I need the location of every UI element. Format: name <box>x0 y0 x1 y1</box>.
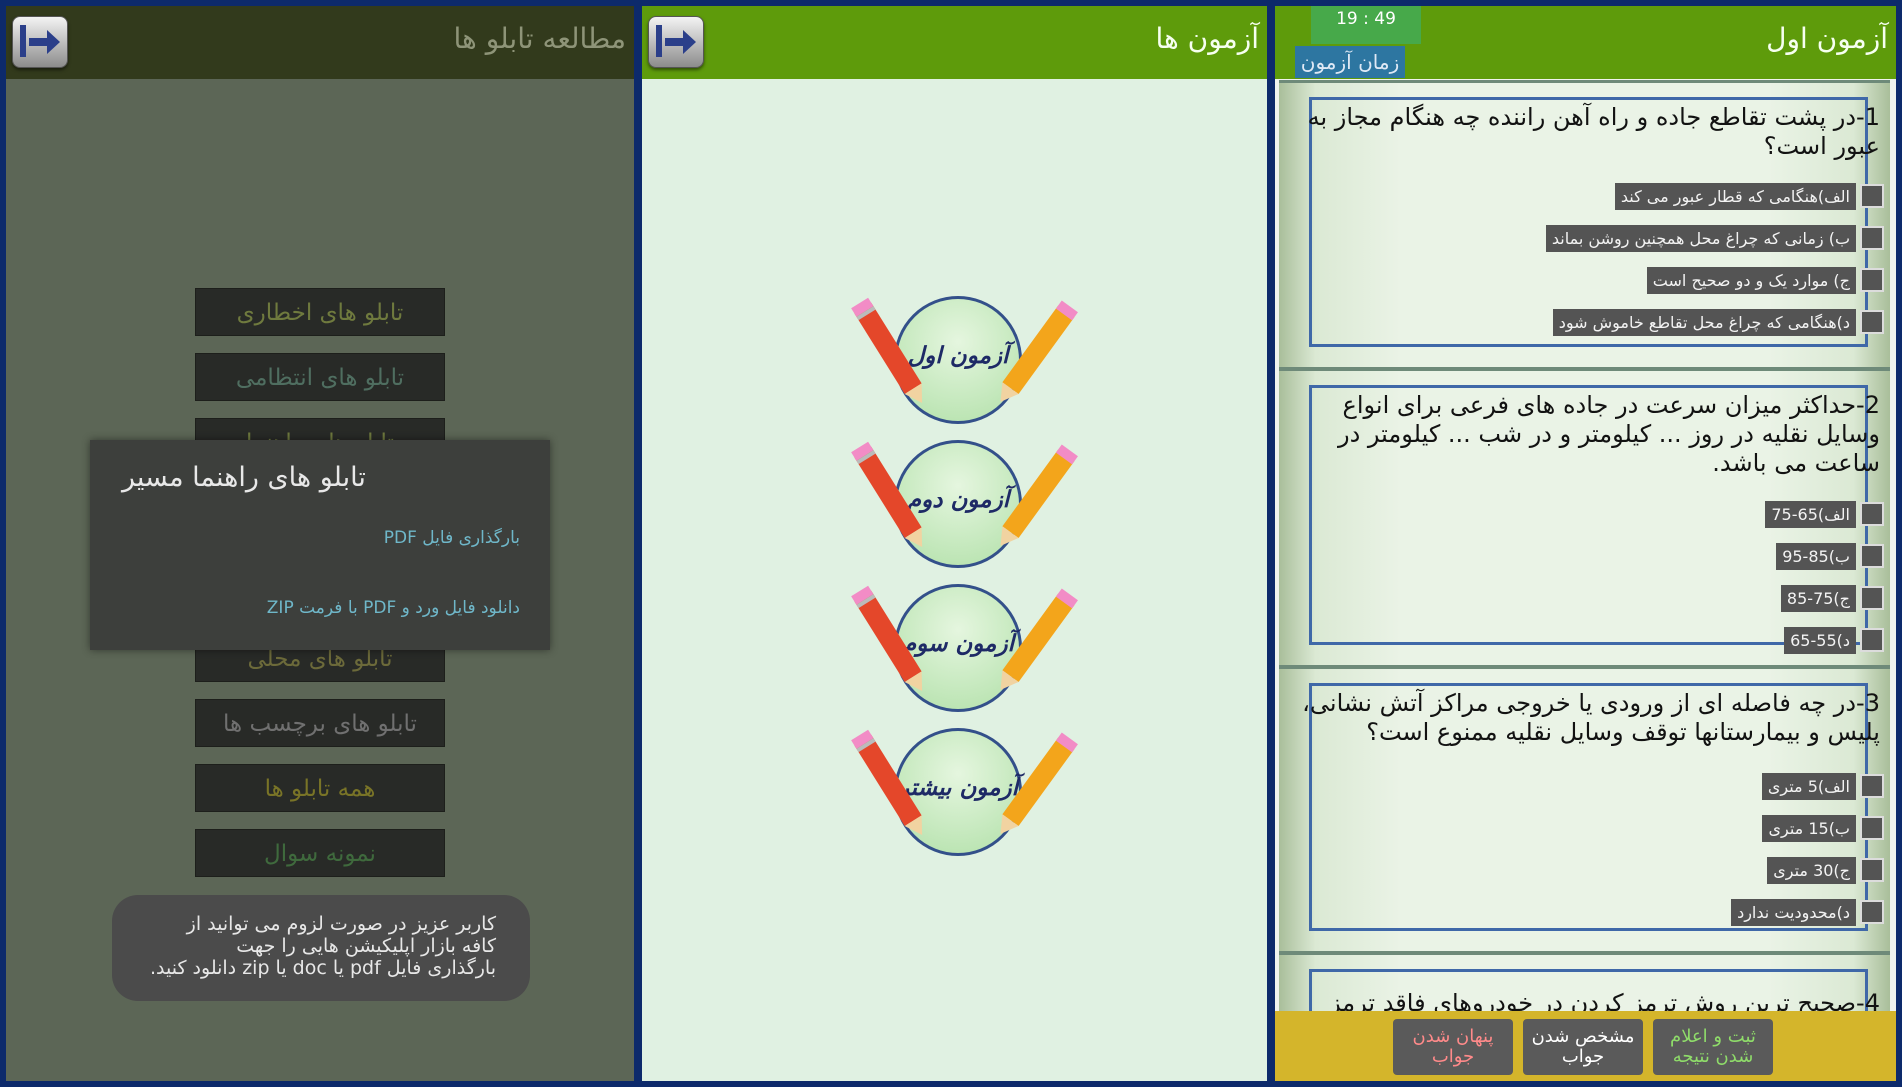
back-button[interactable] <box>648 16 704 68</box>
exam-button-2[interactable]: آزمون دوم <box>844 436 1084 576</box>
option-row[interactable]: د)هنگامی که چراغ محل تقاطع خاموش شود <box>1552 307 1884 337</box>
status-clock: 19 : 49 <box>1311 6 1421 44</box>
pencils-icon <box>851 585 1078 692</box>
question-text: 2-حداکثر میزان سرعت در جاده های فرعی برا… <box>1337 391 1880 477</box>
question-card-3: 3-در چه فاصله ای از ورودی یا خروجی مراکز… <box>1279 666 1890 954</box>
option-label: د)محدودیت ندارد <box>1731 898 1856 926</box>
question-text: 1-در پشت تقاطع جاده و راه آهن راننده چه … <box>1307 103 1880 160</box>
info-toast: کاربر عزیز در صورت لزوم می توانید از کاف… <box>112 895 530 1001</box>
checkbox[interactable] <box>1860 586 1884 610</box>
option-row[interactable]: ب) زمانی که چراغ محل همچنین روشن بماند <box>1545 223 1884 253</box>
checkbox[interactable] <box>1860 502 1884 526</box>
page-title: آزمون ها <box>1155 22 1259 55</box>
menu-all-signs[interactable]: همه تابلو ها <box>195 764 445 812</box>
checkbox[interactable] <box>1860 184 1884 208</box>
option-row[interactable]: الف)5 متری <box>1761 771 1884 801</box>
checkbox[interactable] <box>1860 544 1884 568</box>
menu-sample-questions[interactable]: نمونه سوال <box>195 829 445 877</box>
show-answer-button[interactable]: مشخص شدن جواب <box>1523 1019 1643 1075</box>
dialog-option-pdf[interactable]: بارگذاری فایل PDF <box>384 528 520 548</box>
option-label: د)55-65 <box>1784 626 1856 654</box>
pencils-icon <box>851 297 1078 404</box>
checkbox[interactable] <box>1860 774 1884 798</box>
option-label: ج)30 متری <box>1767 856 1856 884</box>
pencils-icon <box>851 441 1078 548</box>
question-card-2: 2-حداکثر میزان سرعت در جاده های فرعی برا… <box>1279 368 1890 668</box>
back-arrow-icon <box>656 25 696 57</box>
menu-warning-signs[interactable]: تابلو های اخطاری <box>195 288 445 336</box>
checkbox[interactable] <box>1860 816 1884 840</box>
back-arrow-icon <box>20 25 60 57</box>
download-dialog: تابلو های راهنما مسیر بارگذاری فایل PDF … <box>90 440 550 650</box>
page-title: مطالعه تابلو ها <box>453 22 627 55</box>
pencils-icon <box>851 729 1078 836</box>
option-label: د)هنگامی که چراغ محل تقاطع خاموش شود <box>1552 308 1856 336</box>
dialog-option-zip[interactable]: دانلود فایل ورد و PDF با فرمت ZIP <box>267 598 520 618</box>
dialog-title: تابلو های راهنما مسیر <box>122 462 366 493</box>
option-row[interactable]: د)محدودیت ندارد <box>1731 897 1884 927</box>
option-label: ج)75-85 <box>1780 584 1856 612</box>
option-row[interactable]: الف)هنگامی که قطار عبور می کند <box>1614 181 1884 211</box>
question-card-1: 1-در پشت تقاطع جاده و راه آهن راننده چه … <box>1279 80 1890 370</box>
toast-line: کافه بازار اپلیکیشن هایی را جهت <box>236 935 496 957</box>
option-row[interactable]: ب)15 متری <box>1762 813 1884 843</box>
submit-result-button[interactable]: ثبت و اعلام شدن نتیجه <box>1653 1019 1773 1075</box>
exams-panel: آزمون ها آزمون اول آزمون دوم آزمون سوم آ… <box>642 6 1267 1081</box>
option-label: ب)15 متری <box>1762 814 1856 842</box>
option-label: ب) زمانی که چراغ محل همچنین روشن بماند <box>1545 224 1856 252</box>
option-label: الف)5 متری <box>1761 772 1856 800</box>
option-label: الف)65-75 <box>1765 500 1856 528</box>
option-row[interactable]: الف)65-75 <box>1765 499 1884 529</box>
menu-label-signs[interactable]: تابلو های برچسب ها <box>195 699 445 747</box>
option-row[interactable]: د)55-65 <box>1784 625 1884 655</box>
exam-button-3[interactable]: آزمون سوم <box>844 580 1084 720</box>
checkbox[interactable] <box>1860 628 1884 652</box>
option-row[interactable]: ج)30 متری <box>1767 855 1884 885</box>
exam-timer-label: زمان آزمون <box>1295 46 1405 78</box>
checkbox[interactable] <box>1860 858 1884 882</box>
option-label: ب)85-95 <box>1776 542 1856 570</box>
option-row[interactable]: ج) موارد یک و دو صحیح است <box>1646 265 1884 295</box>
option-row[interactable]: ج)75-85 <box>1780 583 1884 613</box>
toast-line: بارگذاری فایل pdf یا doc یا zip دانلود ک… <box>149 957 496 979</box>
checkbox[interactable] <box>1860 268 1884 292</box>
checkbox[interactable] <box>1860 900 1884 924</box>
question-text: 3-در چه فاصله ای از ورودی یا خروجی مراکز… <box>1302 689 1880 746</box>
checkbox[interactable] <box>1860 310 1884 334</box>
menu-regulatory-signs[interactable]: تابلو های انتظامی <box>195 353 445 401</box>
option-label: الف)هنگامی که قطار عبور می کند <box>1614 182 1856 210</box>
toast-line: کاربر عزیز در صورت لزوم می توانید از <box>186 913 496 935</box>
page-title: آزمون اول <box>1766 22 1888 55</box>
quiz-panel: 19 : 49 زمان آزمون آزمون اول 1-در پشت تق… <box>1275 6 1896 1081</box>
quiz-action-bar: ثبت و اعلام شدن نتیجه مشخص شدن جواب پنها… <box>1275 1011 1896 1081</box>
study-signs-topbar: مطالعه تابلو ها <box>6 6 634 79</box>
option-row[interactable]: ب)85-95 <box>1776 541 1884 571</box>
study-signs-panel: مطالعه تابلو ها تابلو های اخطاری تابلو ه… <box>6 6 634 1081</box>
back-button[interactable] <box>12 16 68 68</box>
option-label: ج) موارد یک و دو صحیح است <box>1646 266 1856 294</box>
quiz-topbar: 19 : 49 زمان آزمون آزمون اول <box>1275 6 1896 79</box>
exam-button-more[interactable]: آزمون بیشتر <box>844 724 1084 864</box>
checkbox[interactable] <box>1860 226 1884 250</box>
exam-button-1[interactable]: آزمون اول <box>844 292 1084 432</box>
hide-answer-button[interactable]: پنهان شدن جواب <box>1393 1019 1513 1075</box>
exams-topbar: آزمون ها <box>642 6 1267 79</box>
